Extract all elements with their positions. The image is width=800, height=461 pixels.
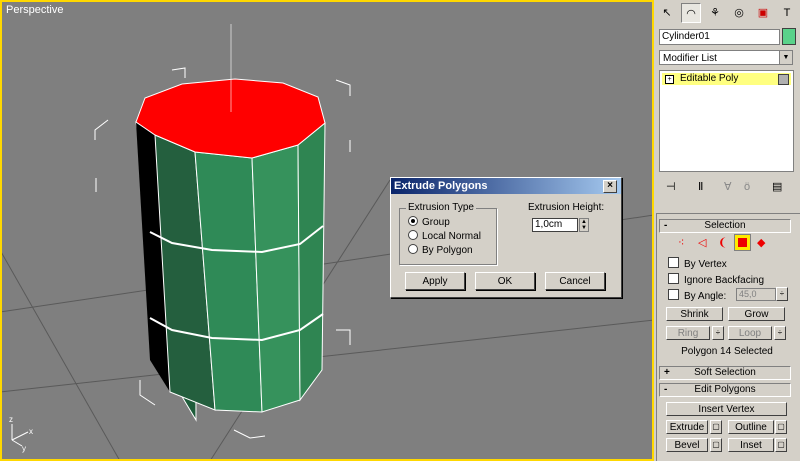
edge-icon[interactable]: ◁ bbox=[698, 236, 706, 250]
radio-local-normal[interactable]: Local Normal bbox=[408, 230, 481, 242]
modifier-list-label: Modifier List bbox=[663, 53, 717, 64]
by-angle-checkbox[interactable]: By Angle: bbox=[668, 289, 726, 302]
outline-settings-icon[interactable]: ▢ bbox=[775, 420, 787, 434]
radio-icon bbox=[408, 244, 418, 254]
checkbox-icon bbox=[668, 273, 679, 284]
ok-button[interactable]: OK bbox=[475, 272, 535, 290]
ring-spinner[interactable]: ÷ bbox=[712, 326, 724, 340]
object-color-swatch[interactable] bbox=[782, 28, 796, 45]
chevron-down-icon[interactable]: ▼ bbox=[779, 51, 792, 64]
close-icon[interactable]: × bbox=[603, 180, 617, 193]
remove-modifier-icon[interactable]: ö bbox=[744, 180, 750, 194]
border-icon[interactable]: ❨ bbox=[718, 236, 727, 250]
pin-stack-icon[interactable]: ⊣ bbox=[666, 180, 676, 194]
polygon-icon[interactable] bbox=[734, 234, 751, 251]
bevel-button[interactable]: Bevel bbox=[666, 438, 708, 452]
expand-icon: + bbox=[664, 367, 670, 378]
extrude-button[interactable]: Extrude bbox=[666, 420, 708, 434]
axis-y-label: y bbox=[22, 444, 26, 453]
stack-item-label: Editable Poly bbox=[680, 73, 739, 84]
axis-x-label: x bbox=[29, 427, 33, 436]
grow-button[interactable]: Grow bbox=[728, 307, 785, 321]
cancel-button[interactable]: Cancel bbox=[545, 272, 605, 290]
make-unique-icon[interactable]: ∀ bbox=[724, 180, 732, 194]
inset-button[interactable]: Inset bbox=[728, 438, 774, 452]
inset-settings-icon[interactable]: ▢ bbox=[775, 438, 787, 452]
rollout-selection-header[interactable]: - Selection bbox=[659, 219, 791, 233]
extrusion-type-group: Extrusion Type Group Local Normal By Pol… bbox=[399, 202, 497, 265]
polygon-square bbox=[738, 238, 747, 247]
extrusion-type-label: Extrusion Type bbox=[406, 202, 476, 213]
modify-icon[interactable]: ◠ bbox=[681, 3, 701, 23]
collapse-icon: - bbox=[664, 384, 668, 395]
display-icon[interactable]: ▣ bbox=[753, 3, 773, 23]
create-icon[interactable]: ↖ bbox=[657, 3, 677, 23]
axis-z-label: z bbox=[9, 415, 13, 424]
radio-group[interactable]: Group bbox=[408, 216, 450, 228]
rollout-edit-polygons-header[interactable]: - Edit Polygons bbox=[659, 383, 791, 397]
insert-vertex-button[interactable]: Insert Vertex bbox=[666, 402, 787, 416]
bevel-settings-icon[interactable]: ▢ bbox=[710, 438, 722, 452]
vertex-icon[interactable]: ⁖ bbox=[678, 236, 684, 250]
configure-icon[interactable]: ▤ bbox=[772, 180, 782, 194]
apply-button[interactable]: Apply bbox=[405, 272, 465, 290]
cylinder-mesh[interactable] bbox=[135, 24, 326, 422]
extrusion-height-input[interactable]: 1,0cm bbox=[532, 218, 578, 232]
loop-spinner[interactable]: ÷ bbox=[774, 326, 786, 340]
extrusion-height-label: Extrusion Height: bbox=[528, 202, 605, 213]
ignore-backfacing-checkbox[interactable]: Ignore Backfacing bbox=[668, 273, 764, 286]
object-name-field[interactable]: Cylinder01 bbox=[659, 29, 780, 45]
extrude-polygons-dialog[interactable]: Extrude Polygons × Extrusion Type Group … bbox=[390, 177, 622, 298]
modifier-stack[interactable]: + Editable Poly bbox=[659, 70, 794, 172]
extrusion-height-spinner[interactable]: ▲ ▼ bbox=[579, 218, 589, 232]
axis-gizmo bbox=[11, 424, 29, 447]
ring-button[interactable]: Ring bbox=[666, 326, 710, 340]
hierarchy-icon[interactable]: ⚘ bbox=[705, 3, 725, 23]
stack-item-editable-poly[interactable]: + Editable Poly bbox=[662, 73, 791, 85]
extrude-settings-icon[interactable]: ▢ bbox=[710, 420, 722, 434]
motion-icon[interactable]: ◎ bbox=[729, 3, 749, 23]
loop-button[interactable]: Loop bbox=[728, 326, 772, 340]
angle-spinner[interactable]: ÷ bbox=[776, 287, 788, 301]
collapse-icon: - bbox=[664, 220, 668, 231]
viewport-label[interactable]: Perspective bbox=[6, 4, 63, 16]
command-panel: ↖ ◠ ⚘ ◎ ▣ T Cylinder01 Modifier List ▼ +… bbox=[654, 0, 800, 461]
modifier-list-dropdown[interactable]: Modifier List ▼ bbox=[659, 50, 793, 65]
expand-icon[interactable]: + bbox=[665, 75, 674, 84]
element-icon[interactable]: ◆ bbox=[757, 236, 765, 250]
checkbox-icon bbox=[668, 289, 679, 300]
perspective-viewport[interactable]: x z y Perspective Extrude Polygons × Ext… bbox=[0, 0, 654, 461]
shrink-button[interactable]: Shrink bbox=[666, 307, 723, 321]
rollout-soft-selection-header[interactable]: + Soft Selection bbox=[659, 366, 791, 380]
checkbox-icon bbox=[668, 257, 679, 268]
radio-by-polygon[interactable]: By Polygon bbox=[408, 244, 473, 256]
utilities-icon[interactable]: T bbox=[777, 3, 797, 23]
stack-item-square-icon bbox=[778, 74, 789, 85]
show-end-result-icon[interactable]: Ⅱ bbox=[698, 180, 703, 194]
dialog-title[interactable]: Extrude Polygons bbox=[391, 178, 621, 194]
by-vertex-checkbox[interactable]: By Vertex bbox=[668, 257, 727, 270]
radio-icon bbox=[408, 230, 418, 240]
selection-status: Polygon 14 Selected bbox=[681, 346, 773, 357]
radio-selected-icon bbox=[408, 216, 418, 226]
outline-button[interactable]: Outline bbox=[728, 420, 774, 434]
angle-input[interactable]: 45,0 bbox=[736, 288, 776, 301]
